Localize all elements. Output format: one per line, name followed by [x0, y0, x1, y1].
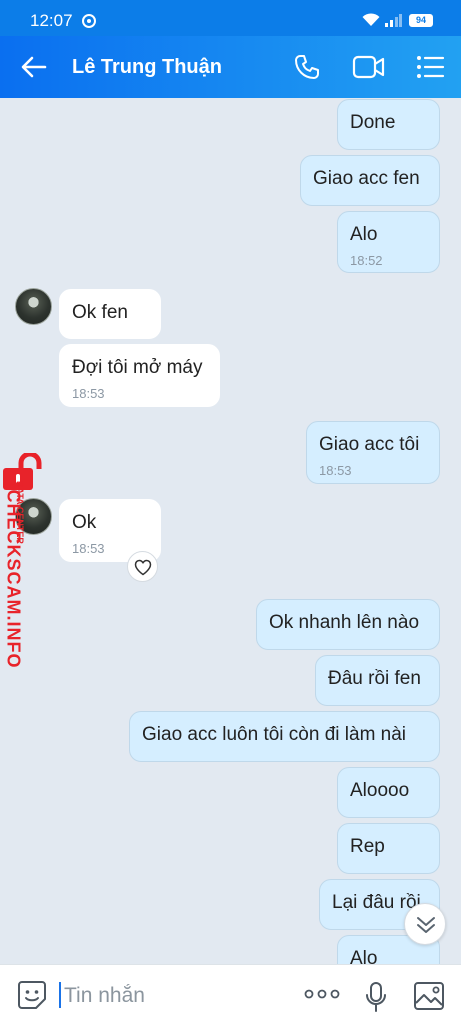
- message-text: Đâu rồi fen: [328, 668, 421, 689]
- message-text: Ok: [72, 512, 97, 533]
- chat-header: Lê Trung Thuận: [0, 36, 461, 98]
- message-text: Ok fen: [72, 302, 128, 323]
- message-text: Đợi tôi mở máy: [72, 357, 203, 378]
- outgoing-message[interactable]: Rep: [337, 823, 440, 874]
- message-text: Done: [350, 112, 396, 133]
- message-text: Giao acc fen: [313, 168, 420, 189]
- chevron-double-down-icon: [417, 917, 435, 933]
- back-arrow-icon[interactable]: [20, 53, 48, 81]
- incoming-message[interactable]: Ok fen: [59, 289, 161, 339]
- message-text: Alo: [350, 224, 378, 245]
- watermark: DATA CENTER CHECKSCAM.INFO: [0, 450, 60, 680]
- sticker-icon[interactable]: [16, 979, 48, 1011]
- watermark-brand: CHECKSCAM.INFO: [3, 489, 24, 669]
- outgoing-message[interactable]: Aloooo: [337, 767, 440, 818]
- video-call-icon[interactable]: [352, 54, 386, 80]
- message-text: Giao acc tôi: [319, 434, 420, 455]
- message-text: Giao acc luôn tôi còn đi làm nài: [142, 724, 407, 745]
- reaction-button[interactable]: [127, 551, 158, 582]
- image-icon[interactable]: [413, 981, 445, 1011]
- message-time: 18:52: [350, 253, 383, 268]
- message-time: 18:53: [72, 386, 105, 401]
- outgoing-message[interactable]: Done: [337, 99, 440, 150]
- outgoing-message[interactable]: Giao acc luôn tôi còn đi làm nài: [129, 711, 440, 762]
- battery-indicator: 94: [409, 14, 433, 27]
- status-time: 12:07: [30, 11, 73, 30]
- heart-icon: [134, 559, 152, 576]
- signal-icon: [385, 14, 402, 27]
- message-time: 18:53: [319, 463, 352, 478]
- outgoing-message[interactable]: Giao acc tôi 18:53: [306, 421, 440, 484]
- outgoing-message[interactable]: Giao acc fen: [300, 155, 440, 206]
- incoming-message[interactable]: Đợi tôi mở máy 18:53: [59, 344, 220, 407]
- phone-icon[interactable]: [293, 53, 321, 81]
- outgoing-message[interactable]: Đâu rồi fen: [315, 655, 440, 706]
- wifi-icon: [362, 13, 380, 26]
- message-text: Aloooo: [350, 780, 410, 801]
- more-icon[interactable]: [304, 987, 340, 1001]
- outgoing-message[interactable]: Ok nhanh lên nào: [256, 599, 440, 650]
- notification-icon: [82, 14, 96, 28]
- text-cursor: [59, 982, 61, 1008]
- microphone-icon[interactable]: [365, 981, 387, 1013]
- contact-name[interactable]: Lê Trung Thuận: [72, 56, 222, 79]
- scroll-to-bottom-button[interactable]: [404, 903, 446, 945]
- avatar[interactable]: [15, 288, 52, 325]
- message-time: 18:53: [72, 541, 105, 556]
- message-text: Ok nhanh lên nào: [269, 612, 420, 633]
- message-composer: [0, 964, 461, 1024]
- message-text: Rep: [350, 836, 385, 857]
- list-menu-icon[interactable]: [415, 53, 445, 81]
- lock-icon: [3, 453, 42, 490]
- message-input[interactable]: [64, 982, 264, 1010]
- outgoing-message[interactable]: Alo 18:52: [337, 211, 440, 273]
- status-bar: 12:07 94: [0, 0, 461, 36]
